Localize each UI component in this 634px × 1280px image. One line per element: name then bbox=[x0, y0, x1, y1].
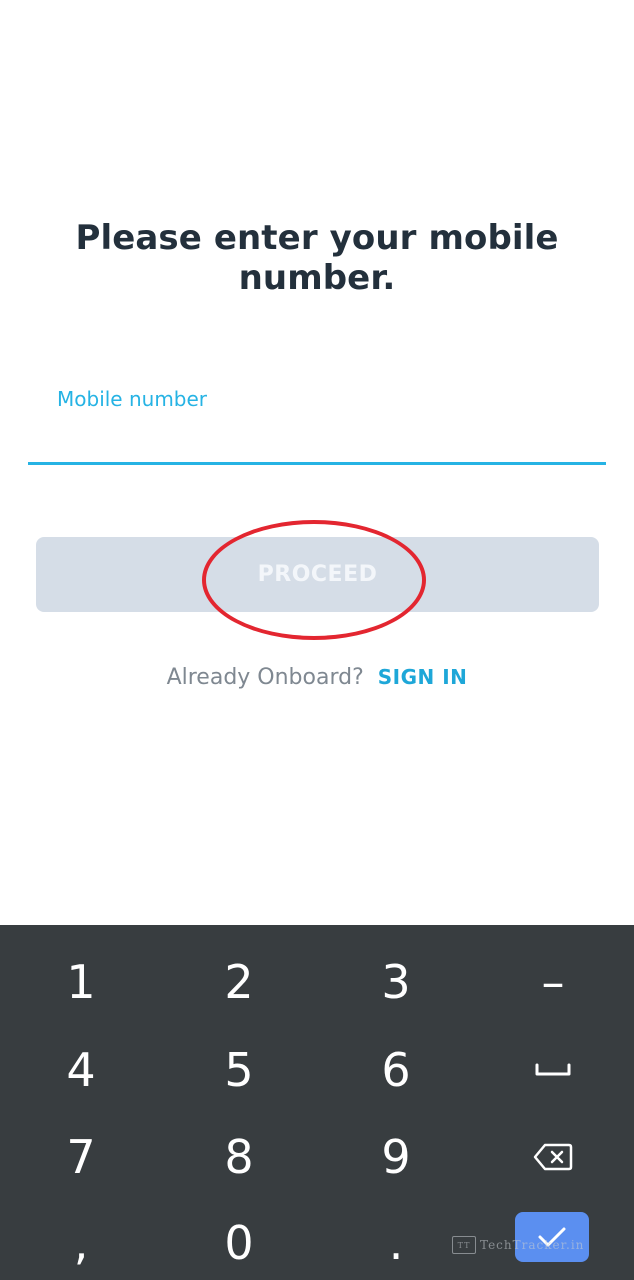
key-8[interactable]: 8 bbox=[160, 1113, 318, 1201]
key-5[interactable]: 5 bbox=[160, 1026, 318, 1114]
key-7[interactable]: 7 bbox=[2, 1113, 160, 1201]
backspace-icon bbox=[533, 1143, 573, 1171]
space-icon bbox=[535, 1063, 571, 1076]
key-6[interactable]: 6 bbox=[317, 1026, 475, 1114]
mobile-number-input[interactable] bbox=[57, 418, 597, 454]
already-onboard-text: Already Onboard? bbox=[166, 664, 364, 690]
key-3[interactable]: 3 bbox=[317, 938, 475, 1026]
key-backspace[interactable] bbox=[474, 1113, 632, 1201]
watermark-text: TechTracker.in bbox=[480, 1238, 585, 1252]
mobile-number-field[interactable]: Mobile number bbox=[28, 370, 606, 466]
key-dash[interactable]: – bbox=[474, 938, 632, 1026]
key-4[interactable]: 4 bbox=[2, 1026, 160, 1114]
key-0[interactable]: 0 bbox=[160, 1199, 318, 1280]
key-2[interactable]: 2 bbox=[160, 938, 318, 1026]
watermark-logo: TT bbox=[452, 1236, 476, 1254]
field-underline bbox=[28, 462, 606, 465]
key-comma[interactable]: , bbox=[2, 1199, 160, 1280]
sign-in-link[interactable]: SIGN IN bbox=[378, 665, 468, 689]
page-heading: Please enter your mobile number. bbox=[75, 218, 559, 298]
proceed-button[interactable]: PROCEED bbox=[36, 537, 599, 612]
key-9[interactable]: 9 bbox=[317, 1113, 475, 1201]
onboard-row: Already Onboard? SIGN IN bbox=[0, 660, 634, 694]
watermark: TT TechTracker.in bbox=[452, 1234, 584, 1256]
numeric-keypad: 1 2 3 – 4 5 6 7 8 9 , 0 . bbox=[0, 925, 634, 1280]
key-space[interactable] bbox=[474, 1026, 632, 1114]
mobile-number-label: Mobile number bbox=[57, 387, 208, 411]
key-1[interactable]: 1 bbox=[2, 938, 160, 1026]
